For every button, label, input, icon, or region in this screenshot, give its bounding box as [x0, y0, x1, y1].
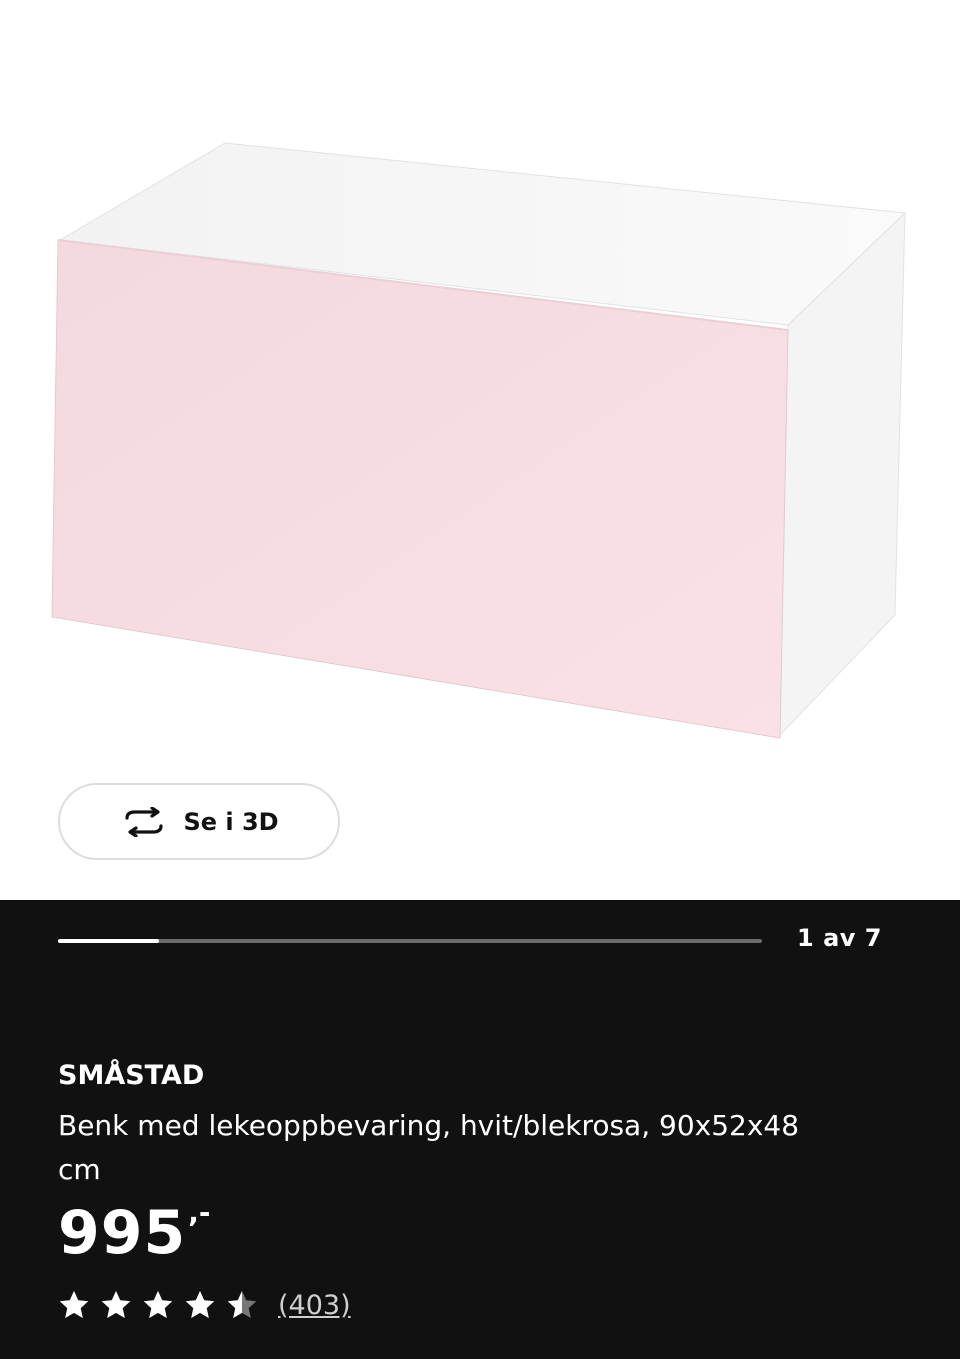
product-rating[interactable]: (403): [58, 1289, 351, 1321]
product-info-panel: 1 av 7 SMÅSTAD Benk med lekeoppbevaring,…: [0, 900, 960, 1359]
view-3d-label: Se i 3D: [183, 807, 279, 836]
review-count-link[interactable]: (403): [278, 1290, 351, 1321]
product-name: SMÅSTAD: [58, 1060, 205, 1091]
star-full-icon: [101, 1291, 131, 1318]
rotate-3d-icon: [119, 805, 169, 838]
product-hero: Se i 3D: [0, 0, 960, 900]
star-full-icon: [185, 1291, 215, 1318]
product-image[interactable]: [0, 0, 960, 780]
star-full-icon: [59, 1291, 89, 1318]
product-description: Benk med lekeoppbevaring, hvit/blekrosa,…: [58, 1109, 800, 1186]
view-3d-button[interactable]: Se i 3D: [58, 783, 340, 860]
gallery-counter: 1 av 7: [797, 924, 882, 952]
price-amount: 995: [58, 1198, 187, 1268]
star-full-icon: [143, 1291, 173, 1318]
gallery-progress-fill: [58, 939, 159, 943]
star-half-icon: [227, 1291, 257, 1318]
product-price: 995 ,-: [58, 1196, 211, 1269]
price-suffix: ,-: [188, 1196, 211, 1229]
rating-stars: [58, 1289, 258, 1321]
gallery-progress-bar[interactable]: [58, 939, 762, 943]
